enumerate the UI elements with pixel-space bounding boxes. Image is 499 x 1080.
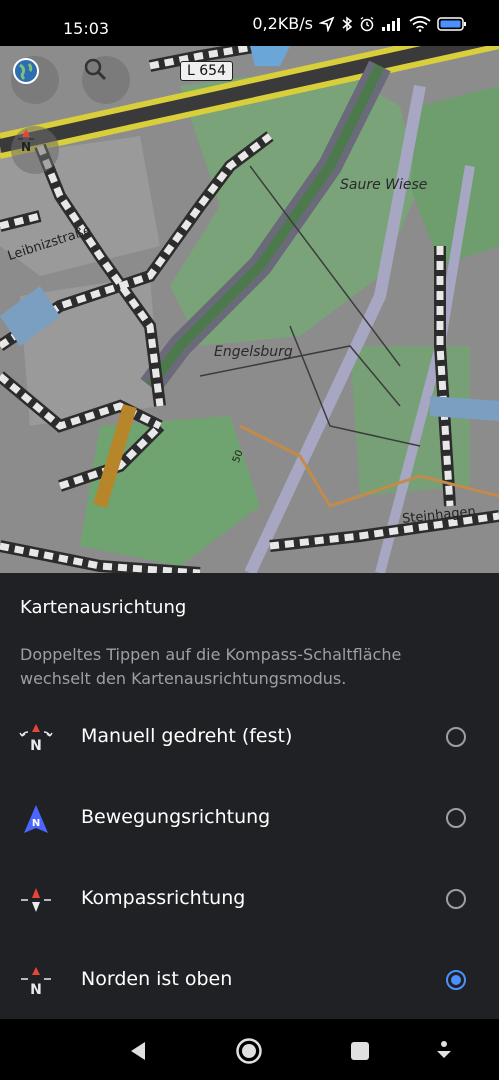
search-button[interactable] <box>82 56 130 104</box>
layers-globe-icon <box>13 58 39 84</box>
svg-text:N: N <box>30 982 42 998</box>
sheet-description: Doppeltes Tippen auf die Kompass-Schaltf… <box>20 645 402 688</box>
keyboard-hide-icon <box>437 1041 451 1058</box>
status-icons: 0,2KB/s <box>252 14 467 33</box>
option-manual-rotation[interactable]: N Manuell gedreht (fest) <box>0 704 499 784</box>
movement-direction-icon: N <box>24 805 48 833</box>
map-orientation-sheet: Kartenausrichtung Doppeltes Tippen auf d… <box>0 573 499 1019</box>
compass-button[interactable]: N <box>11 126 59 174</box>
place-label-saure-wiese: Saure Wiese <box>340 177 428 193</box>
location-arrow-icon <box>319 16 335 32</box>
road-shield: L 654 <box>180 61 233 81</box>
option-north-up[interactable]: N Norden ist oben <box>0 947 499 1027</box>
nav-recents-button[interactable] <box>346 1037 374 1065</box>
map-view[interactable]: L 654 Saure Wiese Engelsburg Leibnizstra… <box>0 46 499 573</box>
place-label-engelsburg: Engelsburg <box>214 344 293 360</box>
alarm-icon <box>360 16 374 31</box>
recents-icon <box>351 1042 369 1060</box>
signal-icon <box>382 17 400 31</box>
battery-icon <box>437 16 466 31</box>
layers-button[interactable] <box>11 56 59 104</box>
nav-keyboard-hide-button[interactable] <box>430 1037 458 1065</box>
status-time: 15:03 <box>63 19 110 38</box>
compass-direction-icon <box>21 888 51 912</box>
network-speed: 0,2KB/s <box>252 14 313 33</box>
svg-text:N: N <box>32 818 40 829</box>
north-up-icon: N <box>21 967 51 998</box>
svg-text:N: N <box>30 738 42 754</box>
option-label-manual: Manuell gedreht (fest) <box>81 725 293 747</box>
radio-manual[interactable] <box>446 727 466 747</box>
bluetooth-icon <box>342 16 353 31</box>
search-icon <box>84 58 107 81</box>
radio-movement[interactable] <box>446 808 466 828</box>
svg-text:N: N <box>21 140 31 154</box>
option-label-compass: Kompassrichtung <box>81 887 246 909</box>
home-icon <box>236 1038 262 1064</box>
status-bar: 15:03 0,2KB/s <box>0 0 499 46</box>
option-movement-direction[interactable]: N Bewegungsrichtung <box>0 785 499 865</box>
option-compass-direction[interactable]: Kompassrichtung <box>0 866 499 946</box>
nav-home-button[interactable] <box>235 1037 263 1065</box>
radio-compass[interactable] <box>446 889 466 909</box>
manual-rotation-icon: N <box>19 724 53 754</box>
option-label-north-up: Norden ist oben <box>81 968 233 990</box>
option-label-movement: Bewegungsrichtung <box>81 806 271 828</box>
back-icon <box>131 1042 145 1060</box>
wifi-icon <box>409 15 431 32</box>
map-canvas <box>0 46 499 573</box>
sheet-title: Kartenausrichtung <box>20 597 187 618</box>
nav-back-button[interactable] <box>124 1037 152 1065</box>
compass-icon: N <box>18 129 34 154</box>
system-nav-bar <box>0 1019 499 1080</box>
radio-north-up[interactable] <box>446 970 466 990</box>
